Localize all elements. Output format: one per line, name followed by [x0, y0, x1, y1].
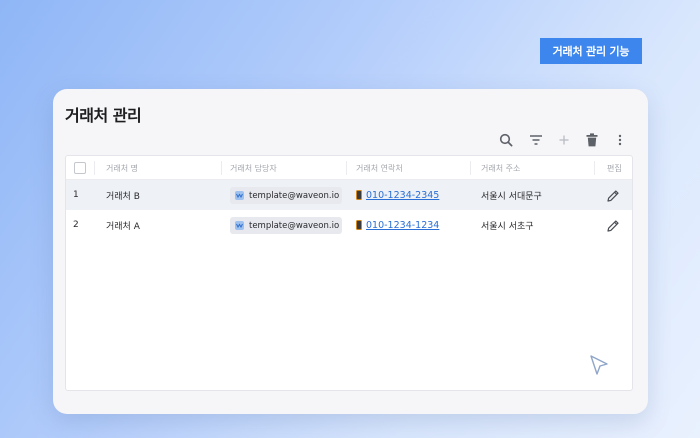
column-divider [594, 161, 595, 175]
search-icon[interactable] [496, 130, 516, 150]
manager-email: template@waveon.io [249, 220, 340, 231]
column-header-phone[interactable]: 거래처 연락처 [356, 156, 403, 180]
row-index: 1 [73, 190, 79, 200]
client-name: 거래처 A [106, 221, 140, 232]
column-divider [221, 161, 222, 175]
table-toolbar [496, 130, 636, 150]
pencil-icon[interactable] [606, 188, 620, 202]
row-index: 2 [73, 220, 79, 230]
manager-chip[interactable]: template@waveon.io [230, 187, 342, 204]
phone-cell: 010-1234-2345 [356, 180, 439, 210]
client-address: 서울시 서초구 [481, 221, 534, 232]
client-table: 거래처 명 거래처 담당자 거래처 연락처 거래처 주소 편집 1 거래처 B … [65, 155, 633, 391]
column-header-edit: 편집 [607, 163, 622, 173]
column-header-address[interactable]: 거래처 주소 [481, 156, 520, 180]
client-management-panel: 거래처 관리 거래처 명 거래처 담당자 거래처 연락처 거래처 주소 편집 1… [53, 89, 648, 414]
select-all-checkbox[interactable] [74, 162, 86, 174]
more-icon[interactable] [610, 130, 630, 150]
mouse-cursor-icon [588, 354, 610, 378]
waveon-logo-icon [235, 191, 244, 200]
column-header-name[interactable]: 거래처 명 [106, 156, 138, 180]
phone-link[interactable]: 010-1234-1234 [366, 220, 439, 231]
phone-icon [356, 190, 362, 200]
table-row[interactable]: 1 거래처 B template@waveon.io 010-1234-2345… [66, 180, 632, 210]
phone-link[interactable]: 010-1234-2345 [366, 190, 439, 201]
manager-chip[interactable]: template@waveon.io [230, 217, 342, 234]
column-divider [94, 161, 95, 175]
manager-email: template@waveon.io [249, 190, 340, 201]
filter-icon[interactable] [526, 130, 546, 150]
feature-badge: 거래처 관리 기능 [540, 38, 642, 64]
client-address: 서울시 서대문구 [481, 191, 542, 202]
column-divider [470, 161, 471, 175]
column-header-manager[interactable]: 거래처 담당자 [230, 156, 277, 180]
pencil-icon[interactable] [606, 218, 620, 232]
add-icon[interactable] [554, 130, 574, 150]
table-header: 거래처 명 거래처 담당자 거래처 연락처 거래처 주소 편집 [66, 156, 632, 180]
delete-icon[interactable] [582, 130, 602, 150]
page-title: 거래처 관리 [65, 106, 142, 125]
phone-icon [356, 220, 362, 230]
table-row[interactable]: 2 거래처 A template@waveon.io 010-1234-1234… [66, 210, 632, 240]
phone-cell: 010-1234-1234 [356, 210, 439, 240]
waveon-logo-icon [235, 221, 244, 230]
column-divider [346, 161, 347, 175]
client-name: 거래처 B [106, 191, 140, 202]
